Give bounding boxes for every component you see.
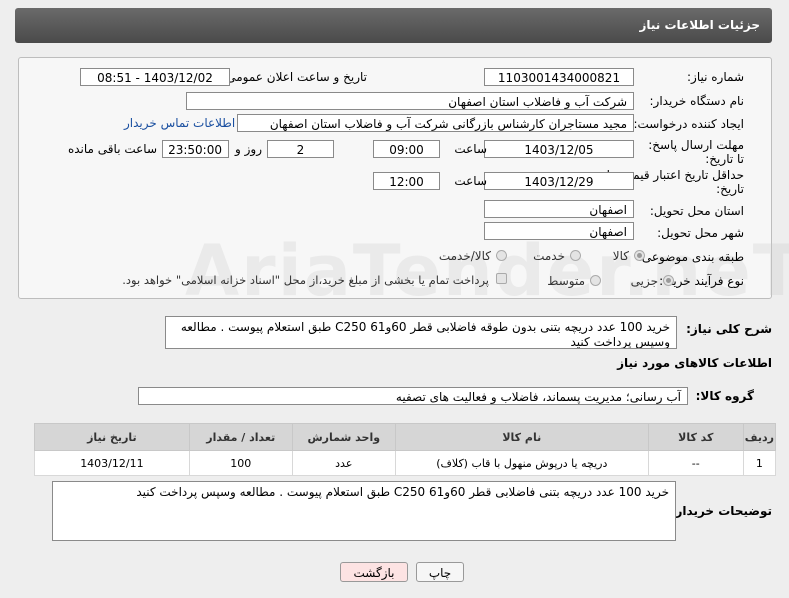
watermark: AriaTender.neT	[185, 230, 789, 312]
col-date: تاریخ نیاز	[34, 423, 190, 451]
process-option-medium: متوسط	[547, 274, 585, 288]
col-name: نام کالا	[394, 423, 649, 451]
buyer-org-field: شرکت آب و فاضلاب استان اصفهان	[186, 92, 634, 110]
process-radio-minor[interactable]	[663, 275, 674, 286]
col-row: ردیف	[742, 423, 777, 451]
category-option-goods-service: کالا/خدمت	[438, 249, 491, 263]
goods-table-header: ردیف کد کالا نام کالا واحد شمارش تعداد /…	[34, 423, 777, 451]
back-button[interactable]: بازگشت	[340, 562, 408, 582]
category-option-service: خدمت	[533, 249, 565, 263]
print-button[interactable]: چاپ	[416, 562, 464, 582]
category-option-goods: کالا	[612, 249, 629, 263]
need-number-label: شماره نیاز:	[687, 70, 744, 84]
col-qty: تعداد / مقدار	[188, 423, 293, 451]
col-code: کد کالا	[647, 423, 744, 451]
treasury-payment-note: پرداخت تمام یا بخشی از مبلغ خرید،از محل …	[122, 273, 489, 287]
goods-table: ردیف کد کالا نام کالا واحد شمارش تعداد /…	[34, 423, 777, 476]
announce-label: تاریخ و ساعت اعلان عمومی:	[222, 70, 367, 84]
creator-field: مجید مستاجران کارشناس بازرگانی شرکت آب و…	[237, 114, 634, 132]
cell-unit: عدد	[291, 450, 396, 476]
deadline-time-label: ساعت	[454, 142, 487, 156]
buyer-notes-label: توضیحات خریدار:	[670, 504, 772, 518]
goods-section-title: اطلاعات کالاهای مورد نیاز	[617, 356, 772, 370]
description-label: شرح کلی نیاز:	[686, 322, 772, 336]
deadline-label: مهلت ارسال پاسخ: تا تاریخ:	[648, 138, 744, 166]
page-title: جزئیات اطلاعات نیاز	[639, 18, 760, 32]
deadline-time-field: 09:00	[373, 140, 440, 158]
province-label: استان محل تحویل:	[649, 204, 744, 218]
goods-group-field: آب رسانی؛ مدیریت پسماند، فاضلاب و فعالیت…	[138, 387, 688, 405]
category-radio-goods[interactable]	[634, 250, 645, 261]
buyer-contact-link[interactable]: اطلاعات تماس خریدار	[124, 116, 235, 130]
cell-date: 1403/12/11	[34, 450, 190, 476]
need-number-field: 1103001434000821	[484, 68, 634, 86]
days-field: 2	[267, 140, 334, 158]
process-radio-medium[interactable]	[590, 275, 601, 286]
cell-row: 1	[742, 450, 777, 476]
validity-time-label: ساعت	[454, 174, 487, 188]
category-label: طبقه بندی موضوعی:	[637, 250, 744, 264]
cell-qty: 100	[188, 450, 293, 476]
description-textarea[interactable]: خرید 100 عدد دریچه بتنی بدون طوقه فاضلاب…	[165, 316, 677, 349]
col-unit: واحد شمارش	[291, 423, 396, 451]
page-header: جزئیات اطلاعات نیاز	[15, 8, 772, 43]
validity-date-field: 1403/12/29	[484, 172, 634, 190]
city-label: شهر محل تحویل:	[657, 226, 744, 240]
category-radio-service[interactable]	[570, 250, 581, 261]
category-radio-goods-service[interactable]	[496, 250, 507, 261]
days-label: روز و	[235, 142, 262, 156]
city-field: اصفهان	[484, 222, 634, 240]
process-option-minor: جزیی	[630, 274, 658, 288]
buyer-notes-textarea[interactable]: خرید 100 عدد دریچه بتنی فاضلابی قطر 60و6…	[52, 481, 676, 541]
province-field: اصفهان	[484, 200, 634, 218]
validity-time-field: 12:00	[373, 172, 440, 190]
cell-name: دریچه یا درپوش منهول با قاب (کلاف)	[394, 450, 649, 476]
treasury-payment-checkbox[interactable]	[496, 273, 507, 284]
remaining-label: ساعت باقی مانده	[67, 142, 157, 156]
cell-code: --	[647, 450, 744, 476]
announce-field: 1403/12/02 - 08:51	[80, 68, 230, 86]
table-row: 1 -- دریچه یا درپوش منهول با قاب (کلاف) …	[34, 450, 777, 476]
buyer-org-label: نام دستگاه خریدار:	[649, 94, 745, 108]
creator-label: ایجاد کننده درخواست:	[633, 117, 744, 131]
remaining-time-field: 23:50:00	[162, 140, 229, 158]
goods-group-label: گروه کالا:	[695, 389, 754, 403]
deadline-date-field: 1403/12/05	[484, 140, 634, 158]
